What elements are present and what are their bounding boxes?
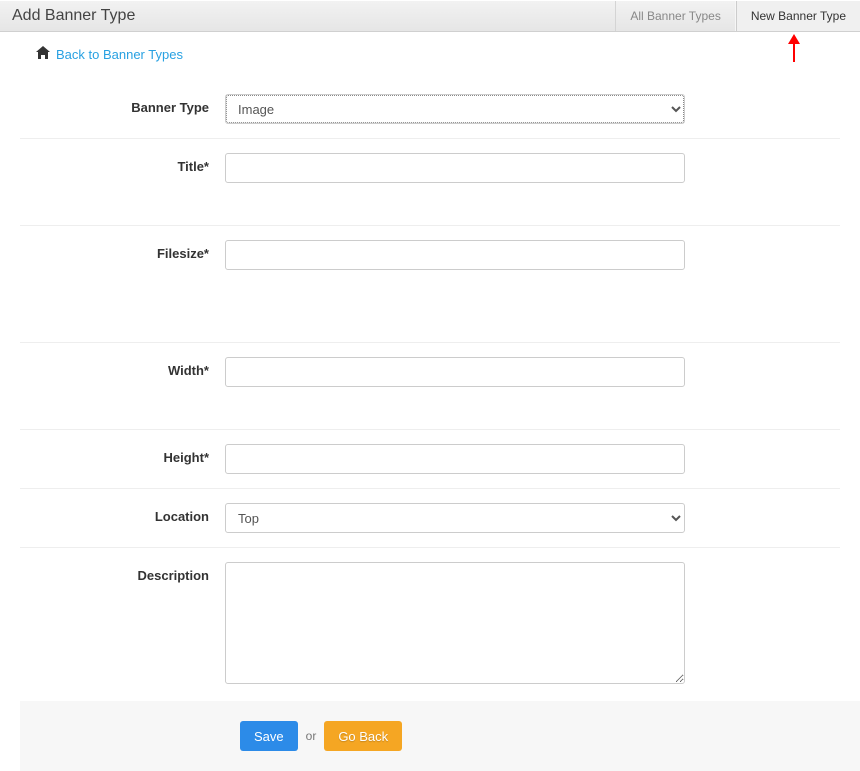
tab-new-banner-type[interactable]: New Banner Type <box>736 1 860 31</box>
content-area: Back to Banner Types Banner Type Image T… <box>0 32 860 701</box>
label-title: Title* <box>20 153 225 174</box>
label-description: Description <box>20 562 225 583</box>
save-button[interactable]: Save <box>240 721 298 751</box>
title-field[interactable] <box>225 153 685 183</box>
height-field[interactable] <box>225 444 685 474</box>
label-location: Location <box>20 503 225 524</box>
label-filesize: Filesize* <box>20 240 225 261</box>
row-description: Description <box>20 548 840 701</box>
width-field[interactable] <box>225 357 685 387</box>
back-link-label: Back to Banner Types <box>56 47 183 62</box>
page-header: Add Banner Type All Banner Types New Ban… <box>0 0 860 32</box>
tab-all-banner-types[interactable]: All Banner Types <box>615 1 736 31</box>
form: Banner Type Image Title* Filesize* Width… <box>20 80 840 701</box>
description-field[interactable] <box>225 562 685 684</box>
back-to-banner-types-link[interactable]: Back to Banner Types <box>36 46 183 62</box>
form-footer: Save or Go Back <box>20 701 860 771</box>
location-select[interactable]: Top <box>225 503 685 533</box>
row-height: Height* <box>20 430 840 489</box>
label-height: Height* <box>20 444 225 465</box>
page-title: Add Banner Type <box>0 1 615 31</box>
banner-type-select[interactable]: Image <box>225 94 685 124</box>
go-back-button[interactable]: Go Back <box>324 721 402 751</box>
row-title: Title* <box>20 139 840 226</box>
label-banner-type: Banner Type <box>20 94 225 115</box>
row-location: Location Top <box>20 489 840 548</box>
row-filesize: Filesize* <box>20 226 840 343</box>
row-banner-type: Banner Type Image <box>20 80 840 139</box>
home-icon <box>36 46 50 62</box>
row-width: Width* <box>20 343 840 430</box>
or-text: or <box>306 729 317 743</box>
label-width: Width* <box>20 357 225 378</box>
filesize-field[interactable] <box>225 240 685 270</box>
